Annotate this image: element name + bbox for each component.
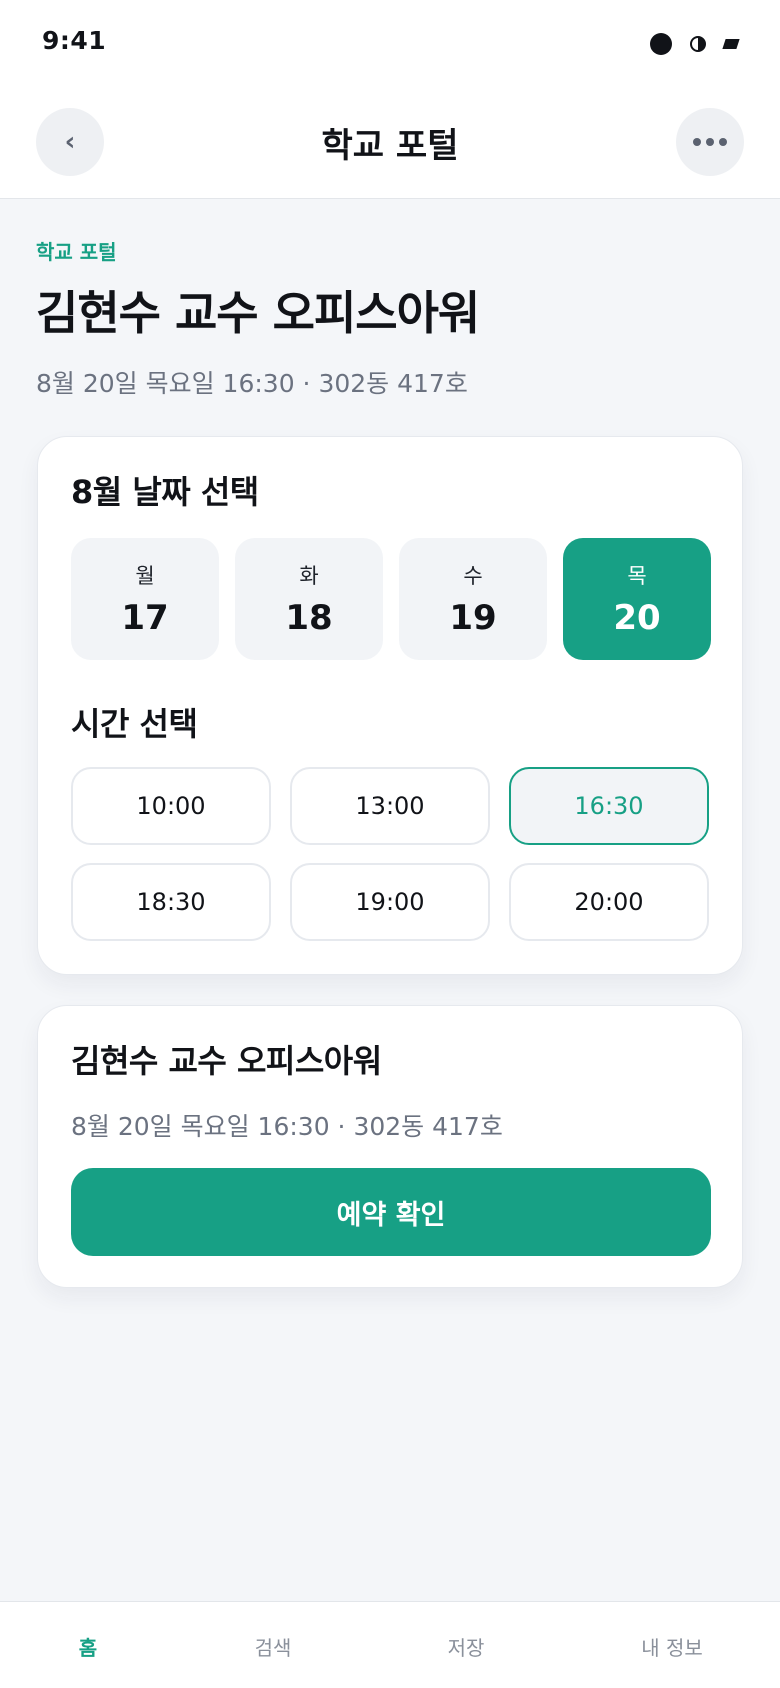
more-horizontal-icon bbox=[693, 138, 727, 146]
app-header: ‹ 학교 포털 bbox=[0, 86, 780, 199]
app-root: 9:41 ‹ 학교 포털 학교 포털 김현수 교수 오피스아워 8월 20일 목… bbox=[0, 0, 780, 1688]
date-weekday: 월 bbox=[135, 564, 155, 588]
time-slot-1630-selected[interactable]: 16:30 bbox=[509, 767, 709, 845]
time-slot-1300[interactable]: 13:00 bbox=[290, 767, 490, 845]
date-day: 18 bbox=[285, 598, 333, 638]
nav-item-search[interactable]: 검색 bbox=[255, 1632, 292, 1661]
date-day: 17 bbox=[121, 598, 169, 638]
booking-summary-card: 김현수 교수 오피스아워 8월 20일 목요일 16:30 · 302동 417… bbox=[37, 1005, 743, 1288]
date-day: 19 bbox=[449, 598, 497, 638]
date-selector: 월 17 화 18 수 19 목 20 bbox=[71, 538, 711, 660]
header-title: 학교 포털 bbox=[321, 126, 459, 166]
date-weekday: 화 bbox=[299, 564, 319, 588]
time-slot-1830[interactable]: 18:30 bbox=[71, 863, 271, 941]
date-chip-19[interactable]: 수 19 bbox=[399, 538, 547, 660]
time-selector: 10:00 13:00 16:30 18:30 19:00 20:00 bbox=[71, 767, 709, 941]
date-chip-18[interactable]: 화 18 bbox=[235, 538, 383, 660]
page-title: 김현수 교수 오피스아워 bbox=[36, 286, 480, 340]
time-slot-2000[interactable]: 20:00 bbox=[509, 863, 709, 941]
signal-icon bbox=[650, 33, 672, 55]
date-weekday: 목 bbox=[627, 564, 647, 588]
time-section-title: 시간 선택 bbox=[71, 705, 198, 743]
time-slot-1900[interactable]: 19:00 bbox=[290, 863, 490, 941]
status-bar: 9:41 bbox=[0, 0, 780, 86]
battery-icon bbox=[722, 39, 740, 49]
date-weekday: 수 bbox=[463, 564, 483, 588]
time-slot-1000[interactable]: 10:00 bbox=[71, 767, 271, 845]
date-day: 20 bbox=[613, 598, 661, 638]
confirm-booking-button[interactable]: 예약 확인 bbox=[71, 1168, 711, 1256]
date-chip-20-selected[interactable]: 목 20 bbox=[563, 538, 711, 660]
more-button[interactable] bbox=[676, 108, 744, 176]
summary-details: 8월 20일 목요일 16:30 · 302동 417호 bbox=[71, 1112, 503, 1141]
status-time: 9:41 bbox=[42, 26, 107, 55]
status-icons bbox=[650, 32, 740, 56]
wifi-icon bbox=[690, 36, 706, 52]
nav-item-saved[interactable]: 저장 bbox=[448, 1632, 485, 1661]
booking-picker-card: 8월 날짜 선택 월 17 화 18 수 19 목 20 시간 선택 10:00… bbox=[37, 436, 743, 975]
date-chip-17[interactable]: 월 17 bbox=[71, 538, 219, 660]
section-eyebrow: 학교 포털 bbox=[36, 240, 117, 264]
nav-item-home[interactable]: 홈 bbox=[79, 1632, 97, 1661]
date-section-title: 8월 날짜 선택 bbox=[71, 473, 259, 511]
bottom-navigation: 홈 검색 저장 내 정보 bbox=[0, 1601, 780, 1688]
nav-item-profile[interactable]: 내 정보 bbox=[641, 1632, 703, 1661]
summary-title: 김현수 교수 오피스아워 bbox=[71, 1042, 382, 1080]
page-subtitle: 8월 20일 목요일 16:30 · 302동 417호 bbox=[36, 369, 468, 398]
